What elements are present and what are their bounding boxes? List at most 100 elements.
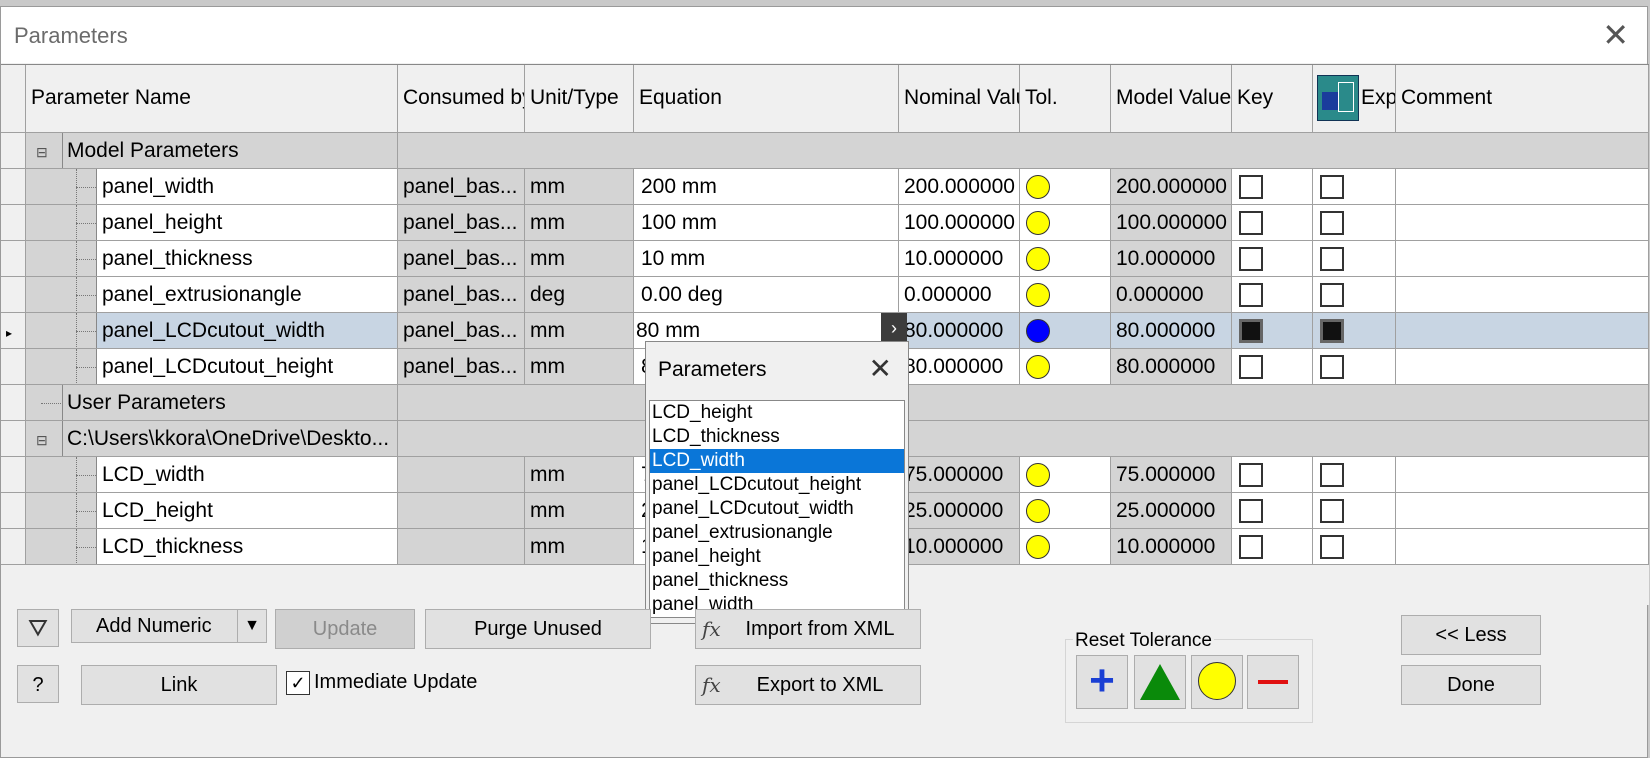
parameter-list[interactable]: LCD_height LCD_thickness LCD_width panel_LC… <box>649 400 905 618</box>
row-header[interactable] <box>1 529 26 565</box>
comment-cell[interactable] <box>1396 169 1649 205</box>
unit-cell[interactable]: mm <box>525 457 634 493</box>
key-checkbox[interactable] <box>1239 355 1263 379</box>
parameter-name-cell[interactable]: panel_LCDcutout_height <box>26 349 398 385</box>
column-header-export[interactable]: Exp <box>1313 65 1396 133</box>
row-header[interactable] <box>1 169 26 205</box>
key-cell[interactable] <box>1232 349 1313 385</box>
tolerance-cell[interactable] <box>1020 493 1111 529</box>
tolerance-nominal-button[interactable] <box>1191 655 1243 709</box>
key-cell[interactable] <box>1232 457 1313 493</box>
comment-cell[interactable] <box>1396 529 1649 565</box>
group-row-file[interactable]: ⊟ C:\Users\kkora\OneDrive\Deskto... <box>26 421 398 457</box>
tolerance-cell[interactable] <box>1020 529 1111 565</box>
popup-close-icon[interactable]: ✕ <box>869 352 892 385</box>
parameter-name-cell[interactable]: panel_thickness <box>26 241 398 277</box>
parameter-list-item[interactable]: panel_LCDcutout_height <box>650 473 904 497</box>
export-cell[interactable] <box>1313 169 1396 205</box>
unit-cell[interactable]: mm <box>525 313 634 349</box>
row-header[interactable]: ▸ <box>1 313 26 349</box>
parameter-name-cell[interactable]: panel_extrusionangle <box>26 277 398 313</box>
less-button[interactable]: << Less <box>1401 615 1541 655</box>
unit-cell[interactable]: mm <box>525 349 634 385</box>
comment-cell[interactable] <box>1396 313 1649 349</box>
column-header-model-value[interactable]: Model Value <box>1111 65 1232 133</box>
export-cell[interactable] <box>1313 241 1396 277</box>
column-header-unit-type[interactable]: Unit/Type <box>525 65 634 133</box>
tolerance-cell[interactable] <box>1020 241 1111 277</box>
export-cell[interactable] <box>1313 205 1396 241</box>
tolerance-cell[interactable] <box>1020 277 1111 313</box>
export-cell[interactable] <box>1313 493 1396 529</box>
column-header-nominal-value[interactable]: Nominal Valu <box>899 65 1020 133</box>
parameter-list-item[interactable]: LCD_height <box>650 401 904 425</box>
collapse-icon[interactable]: ⊟ <box>36 433 48 447</box>
tolerance-median-button[interactable] <box>1134 655 1186 709</box>
export-cell[interactable] <box>1313 349 1396 385</box>
key-checkbox[interactable] <box>1239 283 1263 307</box>
tolerance-lower-button[interactable] <box>1247 655 1299 709</box>
key-cell[interactable] <box>1232 493 1313 529</box>
parameter-list-item[interactable]: panel_extrusionangle <box>650 521 904 545</box>
column-header-tolerance[interactable]: Tol. <box>1020 65 1111 133</box>
comment-cell[interactable] <box>1396 457 1649 493</box>
row-header[interactable] <box>1 493 26 529</box>
key-checkbox[interactable] <box>1239 463 1263 487</box>
unit-cell[interactable]: mm <box>525 493 634 529</box>
expand-arrow-button[interactable]: › <box>881 313 907 343</box>
export-cell[interactable] <box>1313 277 1396 313</box>
key-cell[interactable] <box>1232 205 1313 241</box>
tolerance-cell[interactable] <box>1020 349 1111 385</box>
purge-unused-button[interactable]: Purge Unused <box>425 609 651 649</box>
export-checkbox[interactable] <box>1320 175 1344 199</box>
equation-input[interactable]: 100 mm <box>634 205 899 241</box>
tolerance-cell[interactable] <box>1020 457 1111 493</box>
export-checkbox[interactable] <box>1320 319 1344 343</box>
export-checkbox[interactable] <box>1320 535 1344 559</box>
row-header[interactable] <box>1 205 26 241</box>
parameter-list-item[interactable]: panel_LCDcutout_width <box>650 497 904 521</box>
equation-input[interactable]: 10 mm <box>634 241 899 277</box>
update-button[interactable]: Update <box>275 609 415 649</box>
export-cell[interactable] <box>1313 529 1396 565</box>
collapse-icon[interactable]: ⊟ <box>36 145 48 159</box>
unit-cell[interactable]: mm <box>525 241 634 277</box>
link-button[interactable]: Link <box>81 665 277 705</box>
comment-cell[interactable] <box>1396 349 1649 385</box>
parameter-list-item[interactable]: LCD_width <box>650 449 904 473</box>
row-header[interactable] <box>1 349 26 385</box>
done-button[interactable]: Done <box>1401 665 1541 705</box>
comment-cell[interactable] <box>1396 205 1649 241</box>
import-xml-button[interactable]: fx Import from XML <box>695 609 921 649</box>
export-checkbox[interactable] <box>1320 499 1344 523</box>
unit-cell[interactable]: mm <box>525 205 634 241</box>
parameter-list-item[interactable]: panel_thickness <box>650 569 904 593</box>
group-row-user[interactable]: User Parameters <box>26 385 398 421</box>
key-checkbox[interactable] <box>1239 535 1263 559</box>
export-xml-button[interactable]: fx Export to XML <box>695 665 921 705</box>
parameter-name-cell[interactable]: LCD_thickness <box>26 529 398 565</box>
equation-input[interactable]: 0.00 deg <box>634 277 899 313</box>
parameter-name-cell[interactable]: LCD_height <box>26 493 398 529</box>
parameter-name-cell[interactable]: panel_width <box>26 169 398 205</box>
close-icon[interactable]: ✕ <box>1602 15 1629 55</box>
parameter-name-cell[interactable]: panel_LCDcutout_width <box>26 313 398 349</box>
key-checkbox[interactable] <box>1239 319 1263 343</box>
parameter-list-item[interactable]: LCD_thickness <box>650 425 904 449</box>
row-header[interactable] <box>1 241 26 277</box>
key-cell[interactable] <box>1232 529 1313 565</box>
comment-cell[interactable] <box>1396 493 1649 529</box>
column-header-consumed-by[interactable]: Consumed by <box>398 65 525 133</box>
key-checkbox[interactable] <box>1239 211 1263 235</box>
key-cell[interactable] <box>1232 169 1313 205</box>
parameter-list-item[interactable]: panel_height <box>650 545 904 569</box>
comment-cell[interactable] <box>1396 241 1649 277</box>
unit-cell[interactable]: mm <box>525 169 634 205</box>
chevron-down-icon[interactable]: ▼ <box>237 610 266 642</box>
column-header-comment[interactable]: Comment <box>1396 65 1649 133</box>
export-cell[interactable] <box>1313 457 1396 493</box>
row-header[interactable] <box>1 277 26 313</box>
export-cell[interactable] <box>1313 313 1396 349</box>
export-checkbox[interactable] <box>1320 247 1344 271</box>
key-cell[interactable] <box>1232 277 1313 313</box>
